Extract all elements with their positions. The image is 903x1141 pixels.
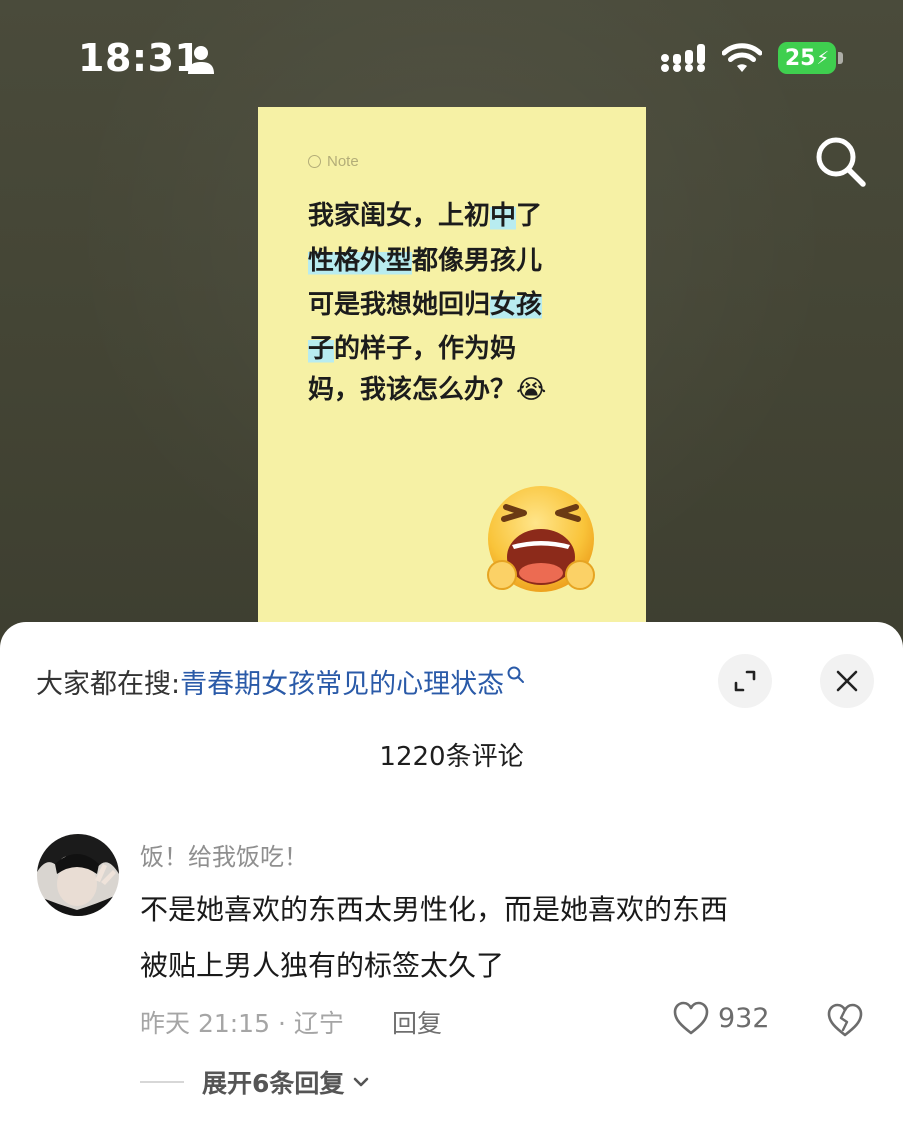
note-line-1-after: 了 [516,201,543,231]
comments-sheet: 大家都在搜: 青春期女孩常见的心理状态 1220条评论 饭！给我饭吃！ 不是她喜… [0,622,903,1141]
person-icon [188,46,214,74]
note-line-3-before: 可是我想她回归 [308,290,491,320]
like-count: 932 [718,1002,770,1034]
heart-icon [673,1001,709,1035]
close-button[interactable] [820,654,874,708]
note-line-2-highlight: 性格外型 [308,246,413,276]
note-tag-label: Note [327,153,359,170]
note-card: Note 我家闺女，上初中了 性格外型都像男孩儿 可是我想她回归女孩 子的样子，… [258,107,646,667]
expand-replies-button[interactable]: 展开6条回复 [140,1064,370,1100]
crying-face-emoji [487,486,595,592]
avatar-image [37,834,119,916]
trending-prefix: 大家都在搜: [36,669,181,700]
note-line-2-after: 都像男孩儿 [412,246,543,276]
close-icon [836,670,858,692]
note-line-1-before: 我家闺女，上初 [308,201,491,231]
like-button[interactable]: 932 [672,1000,770,1036]
comment-text-line-2: 被贴上男人独有的标签太久了 [140,949,505,982]
note-line-1: 我家闺女，上初中了 [308,199,542,233]
battery-level: 25 [784,45,816,71]
note-line-4-highlight: 子 [308,334,335,364]
expand-button[interactable] [718,654,772,708]
note-line-3-highlight: 女孩 [490,290,543,320]
status-bar: 18:31 25 ⚡ [0,0,903,110]
expand-icon [734,670,756,692]
note-line-5-before: 妈，我该怎么办？😭 [308,375,547,405]
search-icon[interactable] [810,132,870,192]
wifi-icon [722,43,762,72]
chevron-down-icon [354,1077,369,1087]
comment-meta: 昨天 21:15 · 辽宁 [140,1009,344,1038]
note-line-4-after: 的样子，作为妈 [334,334,517,364]
note-tag: Note [308,153,359,170]
note-line-1-highlight: 中 [490,201,517,231]
charging-bolt-icon: ⚡ [816,47,830,69]
trending-search: 大家都在搜: 青春期女孩常见的心理状态 [36,662,526,701]
broken-heart-icon[interactable] [826,1002,864,1038]
note-line-3: 可是我想她回归女孩 [308,288,543,322]
replies-divider [140,1081,184,1083]
comment-text-line-1: 不是她喜欢的东西太男性化，而是她喜欢的东西 [140,893,729,926]
comment-username[interactable]: 饭！给我饭吃！ [140,837,308,872]
screen: 18:31 25 ⚡ Note 我家闺女，上初中了 性格外型都像男孩儿 可是我想… [0,0,903,1141]
note-line-4: 子的样子，作为妈 [308,332,516,366]
note-line-2: 性格外型都像男孩儿 [308,244,542,278]
signal-icon [661,44,705,72]
status-time: 18:31 [78,36,202,80]
comment-count: 1220条评论 [379,742,524,772]
note-ring-icon [308,155,321,168]
reply-button[interactable]: 回复 [392,1004,442,1040]
note-line-5: 妈，我该怎么办？😭 [308,373,546,407]
expand-replies-label: 展开6条回复 [202,1069,345,1098]
search-icon[interactable] [506,665,526,685]
battery-indicator: 25 ⚡ [778,42,836,74]
battery-cap [838,52,843,64]
trending-query-link[interactable]: 青春期女孩常见的心理状态 [180,662,504,701]
avatar[interactable] [37,834,119,916]
